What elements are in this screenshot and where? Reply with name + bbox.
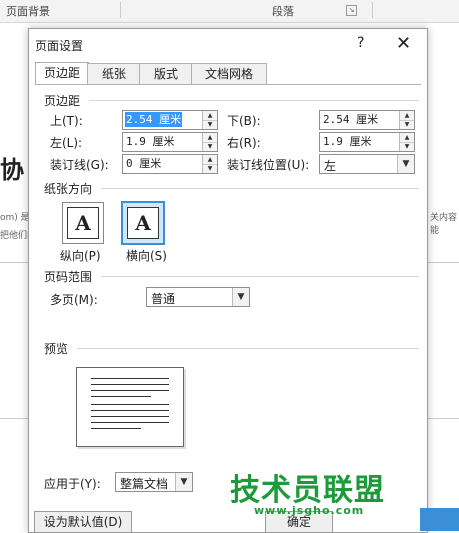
preview-line [91, 410, 169, 411]
portrait-option[interactable]: A [62, 202, 104, 244]
apply-to-label: 应用于(Y): [44, 477, 101, 491]
gutter-position-value: 左 [324, 159, 337, 173]
gutter-position-label: 装订线位置(U): [227, 158, 310, 172]
chevron-down-icon[interactable]: ▼ [175, 473, 192, 491]
bottom-margin-label: 下(B): [227, 114, 261, 128]
left-margin-label: 左(L): [50, 136, 83, 150]
spin-down-icon[interactable]: ▼ [203, 142, 217, 151]
ribbon-separator [120, 2, 121, 18]
dialog-titlebar[interactable]: 页面设置 ? ✕ [29, 29, 427, 59]
multiple-pages-value: 普通 [151, 292, 176, 306]
top-margin-label: 上(T): [50, 114, 83, 128]
preview-line [91, 416, 169, 417]
multiple-pages-select[interactable]: 普通 ▼ [146, 287, 250, 307]
apply-to-select[interactable]: 整篇文档 ▼ [115, 472, 193, 492]
doc-divider [0, 262, 28, 263]
gutter-position-select[interactable]: 左 ▼ [319, 154, 415, 174]
top-margin-value[interactable]: 2.54 厘米 [125, 112, 183, 127]
watermark-text: 技术员联盟 [230, 473, 385, 508]
portrait-icon: A [67, 207, 99, 239]
spin-down-icon[interactable]: ▼ [400, 142, 414, 151]
doc-snippet: om) 是 [0, 213, 30, 223]
close-icon[interactable]: ✕ [396, 33, 411, 54]
ribbon-group-page-background[interactable]: 页面背景 [6, 3, 50, 19]
preview-line [91, 428, 141, 429]
watermark-url: www.jsgho.com [254, 504, 365, 517]
preview-line [91, 390, 169, 391]
right-margin-value[interactable]: 1.9 厘米 [323, 134, 372, 149]
dialog-title: 页面设置 [35, 39, 84, 53]
paragraph-dialog-launcher-icon[interactable]: ↘ [346, 5, 357, 16]
top-margin-spinner[interactable]: 2.54 厘米 ▲ ▼ [122, 110, 218, 130]
tab-document-grid[interactable]: 文档网格 [191, 63, 267, 84]
right-margin-label: 右(R): [227, 136, 261, 150]
preview-line [91, 396, 151, 397]
watermark-logo [420, 508, 459, 531]
right-margin-spinner[interactable]: 1.9 厘米 ▲ ▼ [319, 132, 415, 152]
chevron-down-icon[interactable]: ▼ [232, 288, 249, 306]
help-icon[interactable]: ? [357, 35, 364, 51]
doc-divider [426, 418, 459, 419]
section-rule [101, 188, 419, 189]
ribbon-strip: 页面背景 段落 ↘ [0, 0, 459, 23]
bottom-margin-spinner[interactable]: 2.54 厘米 ▲ ▼ [319, 110, 415, 130]
gutter-spinner[interactable]: 0 厘米 ▲ ▼ [122, 154, 218, 174]
tab-layout[interactable]: 版式 [139, 63, 193, 84]
gutter-value[interactable]: 0 厘米 [126, 156, 161, 171]
ribbon-group-paragraph[interactable]: 段落 [272, 3, 294, 19]
multiple-pages-label: 多页(M): [50, 293, 98, 307]
ribbon-separator [372, 2, 373, 18]
section-rule [101, 276, 419, 277]
portrait-label[interactable]: 纵向(P) [60, 247, 101, 264]
gutter-label: 装订线(G): [50, 158, 109, 172]
landscape-icon: A [127, 207, 159, 239]
pages-section-title: 页码范围 [44, 270, 93, 284]
tab-underline [35, 84, 421, 85]
set-default-button[interactable]: 设为默认值(D) [34, 511, 132, 533]
bottom-margin-value[interactable]: 2.54 厘米 [323, 112, 378, 127]
landscape-label[interactable]: 横向(S) [126, 247, 167, 264]
preview-section-title: 预览 [44, 342, 69, 356]
preview-line [91, 404, 169, 405]
section-rule [77, 348, 419, 349]
doc-heading-fragment: 协 [0, 156, 24, 184]
tab-paper[interactable]: 纸张 [87, 63, 141, 84]
chevron-down-icon[interactable]: ▼ [397, 155, 414, 173]
orientation-section-title: 纸张方向 [44, 182, 93, 196]
spin-down-icon[interactable]: ▼ [400, 120, 414, 129]
page-setup-dialog: 页面设置 ? ✕ 页边距 纸张 版式 文档网格 页边距 上(T): 2.54 厘… [28, 28, 428, 533]
doc-divider [426, 262, 459, 263]
section-rule [89, 100, 419, 101]
site-watermark: 技术员联盟 www.jsgho.com [230, 465, 420, 517]
preview-line [91, 378, 169, 379]
preview-line [91, 384, 169, 385]
spin-down-icon[interactable]: ▼ [203, 164, 217, 173]
margins-section-title: 页边距 [44, 94, 81, 108]
tab-margins[interactable]: 页边距 [35, 62, 89, 85]
doc-divider [0, 418, 28, 419]
doc-snippet: 关内容能 [430, 213, 458, 236]
page-preview [76, 367, 184, 447]
apply-to-value: 整篇文档 [120, 477, 169, 491]
left-margin-value[interactable]: 1.9 厘米 [126, 134, 175, 149]
left-margin-spinner[interactable]: 1.9 厘米 ▲ ▼ [122, 132, 218, 152]
preview-line [91, 422, 169, 423]
landscape-option[interactable]: A [121, 201, 165, 245]
spin-down-icon[interactable]: ▼ [203, 120, 217, 129]
